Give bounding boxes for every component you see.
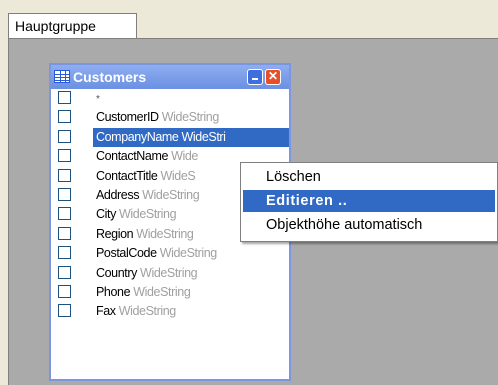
field-checkbox[interactable] <box>58 284 71 298</box>
field-name: Fax <box>96 304 116 319</box>
field-name: Region <box>96 226 134 241</box>
field-checkbox[interactable] <box>58 304 71 318</box>
table-panel-title: Customers <box>73 69 147 85</box>
field-name: * <box>96 94 100 105</box>
field-type: Wide <box>171 149 198 164</box>
field-checkbox[interactable] <box>58 91 71 104</box>
field-row[interactable]: * <box>51 89 289 108</box>
field-type: WideString <box>133 284 191 299</box>
table-icon <box>54 70 70 83</box>
field-type: WideString <box>142 187 200 202</box>
field-name: CompanyName <box>96 129 179 144</box>
field-type: WideString <box>118 304 177 319</box>
field-checkbox[interactable] <box>58 187 71 201</box>
field-name: ContactTitle <box>96 168 158 183</box>
field-checkbox[interactable] <box>58 207 71 221</box>
field-type: WideS <box>160 168 196 183</box>
field-type: WideString <box>136 226 194 241</box>
field-name: Country <box>96 265 137 280</box>
field-checkbox[interactable] <box>58 265 71 279</box>
field-type: WideString <box>119 207 177 222</box>
field-row[interactable]: PostalCode WideString <box>51 244 289 263</box>
field-name: ContactName <box>96 149 169 164</box>
field-checkbox[interactable] <box>58 110 71 124</box>
menu-item-objekthoehe-automatisch[interactable]: Objekthöhe automatisch <box>243 214 495 236</box>
field-type: WideStri <box>181 129 226 144</box>
field-row[interactable]: Fax WideString <box>51 302 289 321</box>
field-name: Address <box>96 187 140 202</box>
field-row[interactable]: CustomerID WideString <box>51 108 289 127</box>
table-panel-titlebar[interactable]: Customers ✕ <box>51 65 289 89</box>
tab-strip: Hauptgruppe <box>0 0 498 38</box>
field-name: Phone <box>96 284 131 299</box>
field-row-selected[interactable]: CompanyName WideStri <box>51 127 289 147</box>
field-checkbox[interactable] <box>58 129 71 143</box>
field-type: WideString <box>159 246 218 261</box>
close-icon[interactable]: ✕ <box>265 69 281 85</box>
field-checkbox[interactable] <box>58 168 71 182</box>
field-row[interactable]: Country WideString <box>51 264 289 283</box>
context-menu: Löschen Editieren .. Objekthöhe automati… <box>240 162 498 242</box>
field-checkbox[interactable] <box>58 246 71 260</box>
tab-hauptgruppe[interactable]: Hauptgruppe <box>8 13 137 38</box>
menu-item-editieren[interactable]: Editieren .. <box>243 190 495 212</box>
field-type: WideString <box>140 265 198 280</box>
minimize-icon[interactable] <box>247 69 263 85</box>
field-type: WideString <box>161 110 220 125</box>
field-name: CustomerID <box>96 110 159 125</box>
menu-item-loeschen[interactable]: Löschen <box>243 166 495 188</box>
field-checkbox[interactable] <box>58 149 71 163</box>
field-checkbox[interactable] <box>58 226 71 240</box>
field-name: PostalCode <box>96 246 157 261</box>
field-name: City <box>96 207 116 222</box>
field-row[interactable]: Phone WideString <box>51 283 289 302</box>
